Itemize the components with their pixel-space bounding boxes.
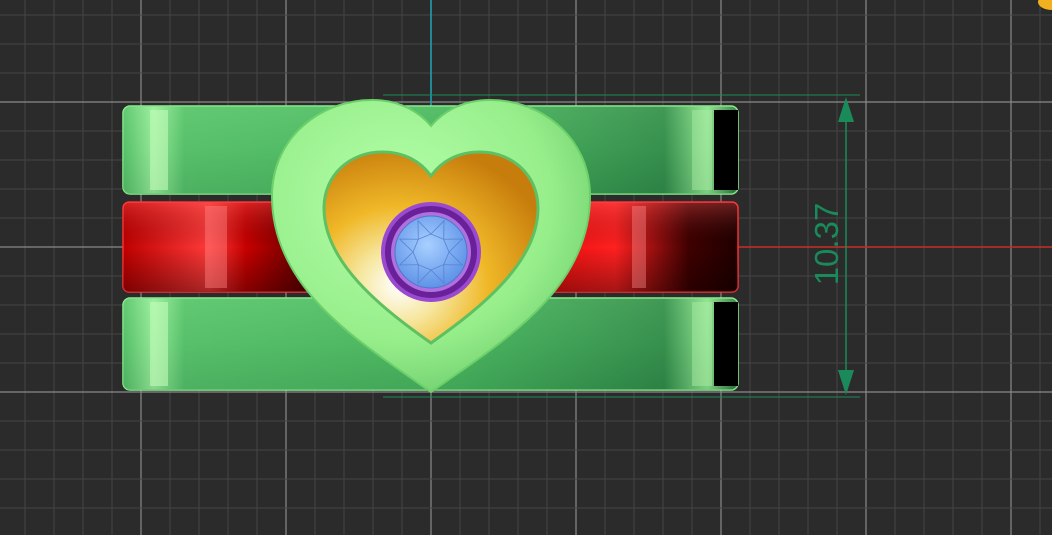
dimension-arrow-top [838,97,854,122]
dimension-arrow-bottom [838,370,854,395]
gem-setting[interactable] [381,202,481,302]
3d-viewport[interactable]: 10.37 [0,0,1052,535]
viewport-canvas[interactable]: 10.37 [0,0,1052,535]
dimension-value[interactable]: 10.37 [808,203,845,286]
gemstone[interactable] [394,215,468,289]
